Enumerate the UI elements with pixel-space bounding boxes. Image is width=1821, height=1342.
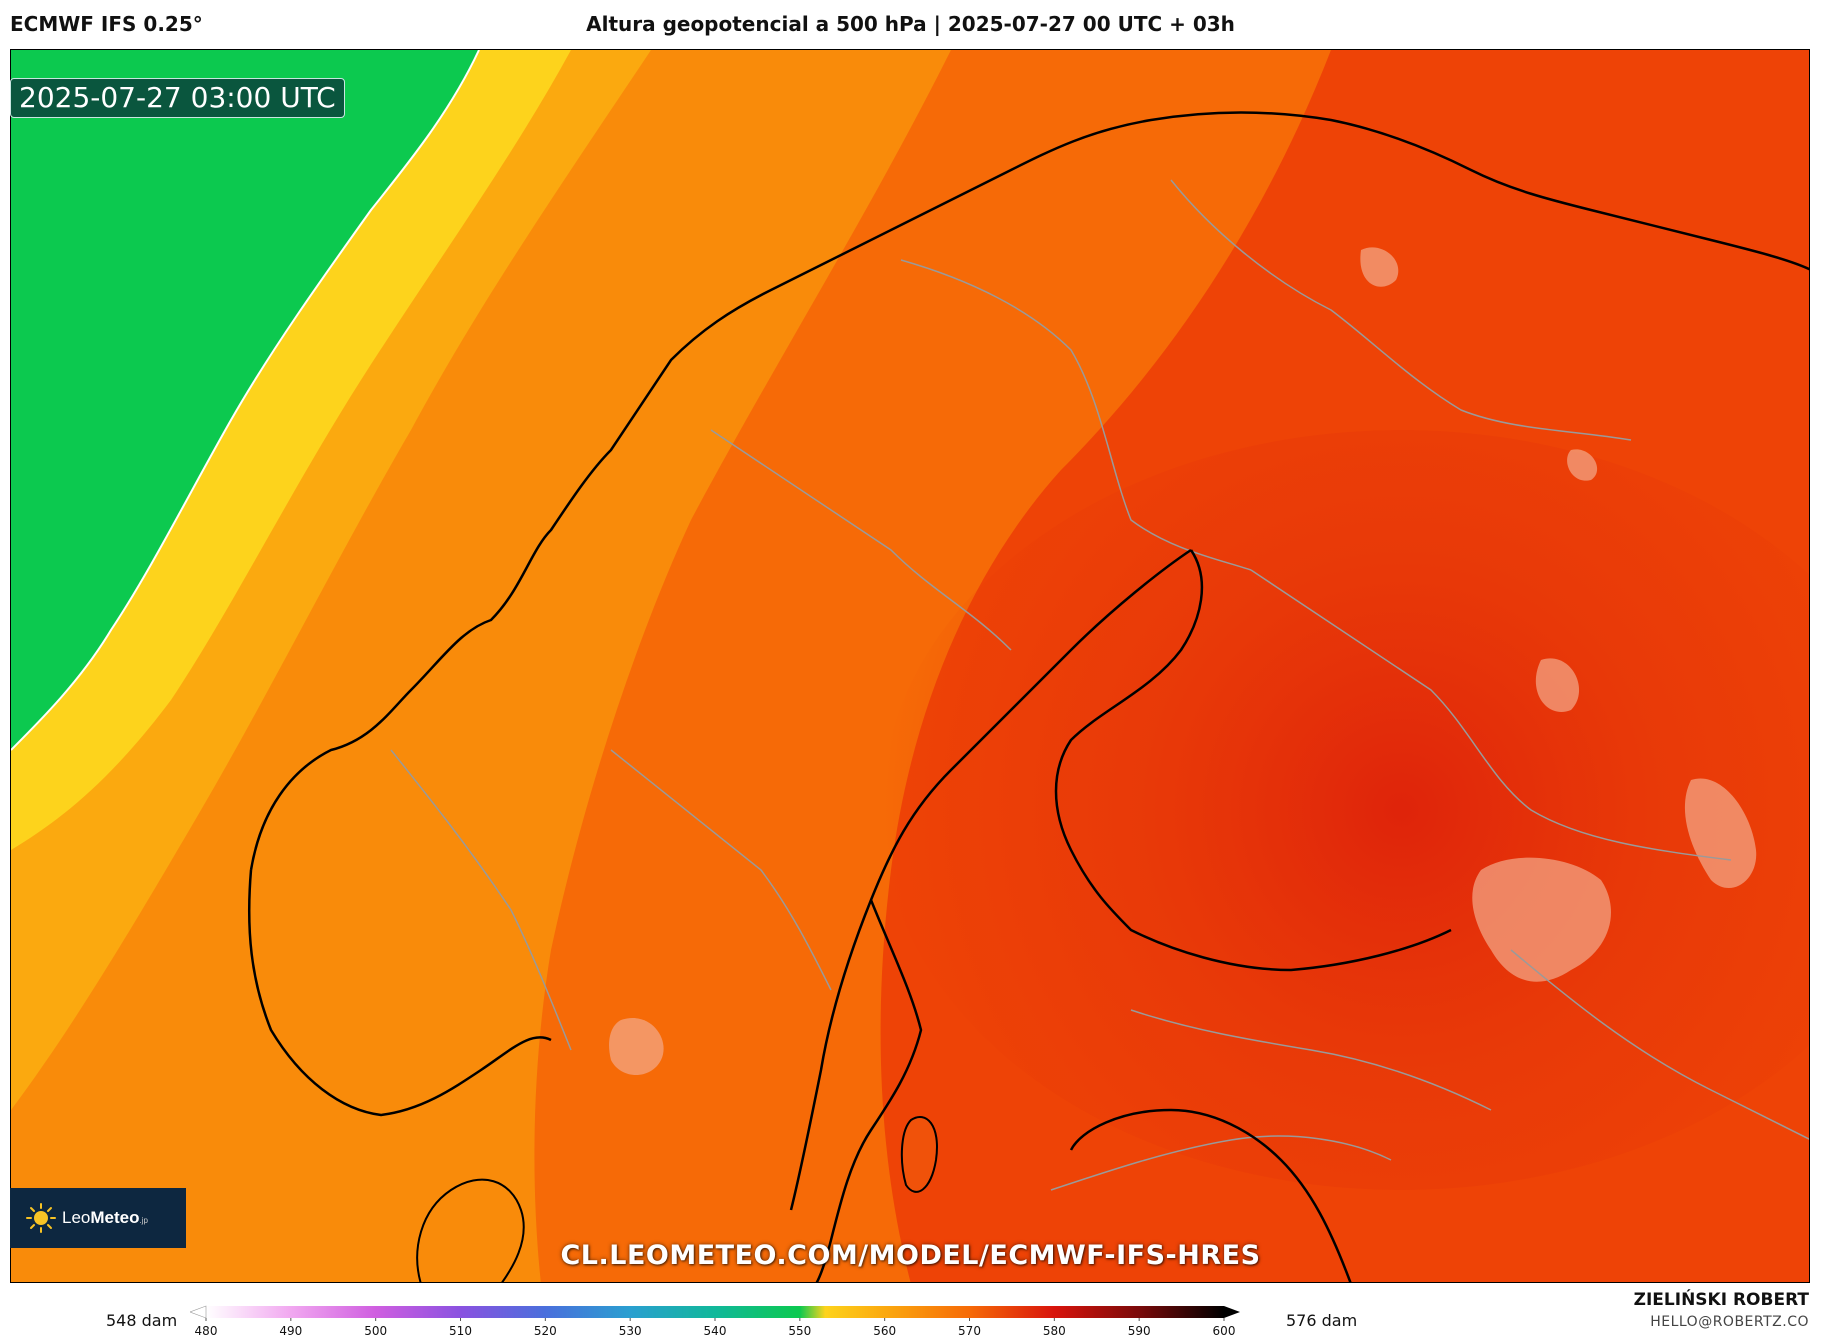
colorbar-min-arrow [189, 1305, 207, 1319]
colorbar-tick-label: 570 [958, 1324, 981, 1338]
map-area[interactable] [10, 49, 1810, 1283]
source-url-watermark: CL.LEOMETEO.COM/MODEL/ECMWF-IFS-HRES [560, 1240, 1261, 1271]
map-title: Altura geopotencial a 500 hPa | 2025-07-… [586, 12, 1235, 36]
colorbar-tick-label: 520 [534, 1324, 557, 1338]
colorbar-tick-label: 600 [1213, 1324, 1236, 1338]
legend-max-label: 576 dam [1286, 1311, 1358, 1330]
colorbar-tick-label: 500 [364, 1324, 387, 1338]
colorbar-tick-label: 540 [704, 1324, 727, 1338]
sun-icon [26, 1203, 56, 1233]
geopotential-field [11, 50, 1809, 1282]
colorbar-tick-label: 580 [1043, 1324, 1066, 1338]
author-email[interactable]: HELLO@ROBERTZ.CO [1650, 1314, 1809, 1330]
colorbar: 480 490 500 510 520 530 540 550 560 570 580 590 600 [189, 1300, 1240, 1338]
colorbar-tick-label: 490 [279, 1324, 302, 1338]
colorbar-tick-label: 590 [1128, 1324, 1151, 1338]
colorbar-tick-label: 560 [873, 1324, 896, 1338]
colorbar-tick-label: 480 [195, 1324, 218, 1338]
valid-time-label: 2025-07-27 03:00 UTC [10, 78, 345, 118]
colorbar-tick-label: 510 [449, 1324, 472, 1338]
colorbar-tick-label: 550 [788, 1324, 811, 1338]
author-name: ZIELIŃSKI ROBERT [1633, 1290, 1809, 1310]
logo-text: LeoMeteo.jp [62, 1208, 148, 1227]
leometeo-logo[interactable]: LeoMeteo.jp [10, 1188, 186, 1248]
legend-min-label: 548 dam [106, 1311, 178, 1330]
colorbar-graphic: 480 490 500 510 520 530 540 550 560 570 580 590 600 [189, 1305, 1240, 1338]
colorbar-max-arrow [1224, 1306, 1240, 1318]
colorbar-tick-label: 530 [619, 1324, 642, 1338]
colorbar-gradient [206, 1306, 1224, 1318]
